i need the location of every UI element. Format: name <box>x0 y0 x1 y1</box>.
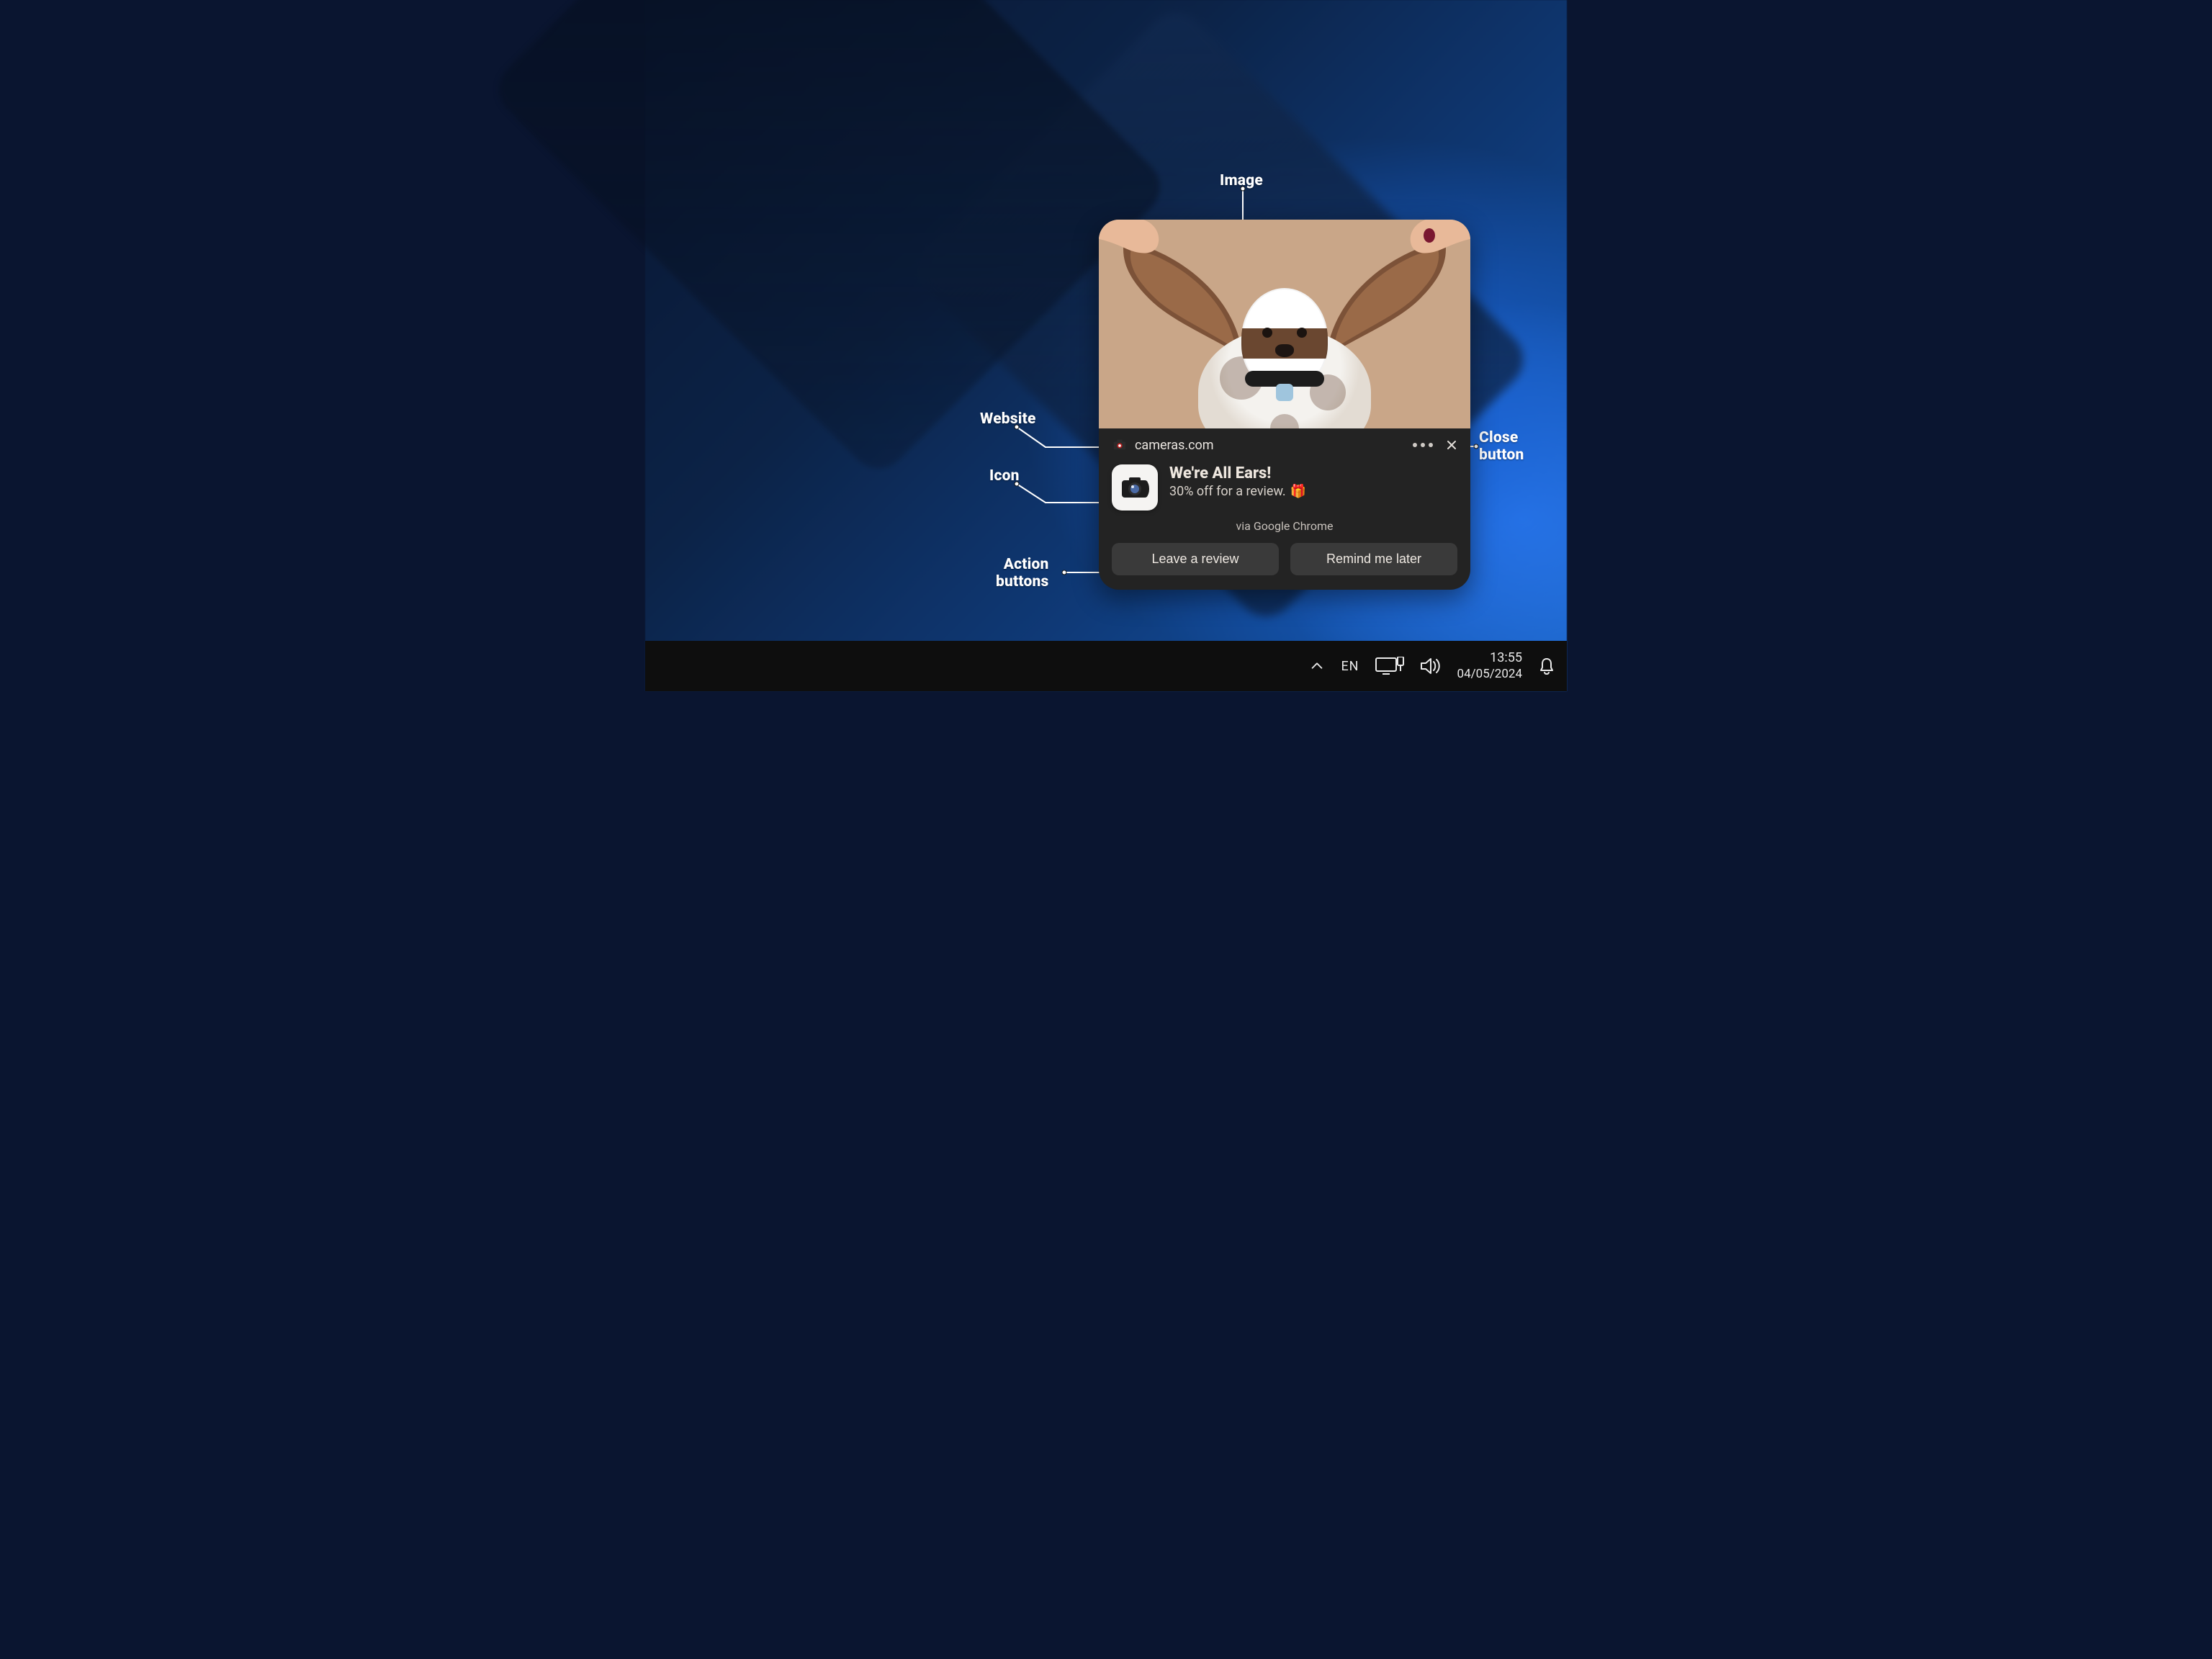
dog-tag <box>1276 384 1293 401</box>
hand-right <box>1390 220 1470 277</box>
annotation-action-buttons: Actionbuttons <box>996 556 1049 590</box>
action-leave-review-button[interactable]: Leave a review <box>1112 543 1279 575</box>
tray-time: 13:55 <box>1490 650 1522 667</box>
hand-left <box>1099 220 1179 277</box>
annotation-close-button: Closebutton <box>1479 429 1524 464</box>
notification-action-row: Leave a review Remind me later <box>1099 533 1470 590</box>
annotation-icon: Icon <box>989 467 1020 485</box>
taskbar: EN 13:55 04/05/2024 <box>645 641 1567 691</box>
notification-via-browser: via Google Chrome <box>1099 519 1470 533</box>
website-favicon <box>1112 437 1128 453</box>
notification-close-button[interactable] <box>1446 439 1457 451</box>
annotation-website: Website <box>980 410 1036 428</box>
tray-notifications-bell-icon[interactable] <box>1538 657 1555 675</box>
notification-app-icon <box>1112 464 1158 511</box>
tray-language[interactable]: EN <box>1341 659 1359 674</box>
notification-settings-button[interactable] <box>1413 443 1433 447</box>
annotation-image: Image <box>1220 172 1263 189</box>
tray-volume-icon[interactable] <box>1420 657 1442 675</box>
notification-hero-image <box>1099 220 1470 428</box>
tray-monitor-usb-icon[interactable] <box>1375 657 1404 675</box>
action-remind-later-button[interactable]: Remind me later <box>1290 543 1457 575</box>
gift-icon: 🎁 <box>1290 484 1306 499</box>
tray-date: 04/05/2024 <box>1457 667 1522 682</box>
notification-body-text: 30% off for a review. <box>1169 484 1286 499</box>
push-notification-card: cameras.com We're All Ears! <box>1099 220 1470 590</box>
tray-datetime[interactable]: 13:55 04/05/2024 <box>1457 650 1522 682</box>
tray-chevron-up-icon[interactable] <box>1309 658 1325 674</box>
notification-meta-row: cameras.com <box>1099 428 1470 457</box>
notification-website: cameras.com <box>1135 438 1214 453</box>
system-tray: EN 13:55 04/05/2024 <box>1309 650 1555 682</box>
notification-title: We're All Ears! <box>1169 464 1457 482</box>
